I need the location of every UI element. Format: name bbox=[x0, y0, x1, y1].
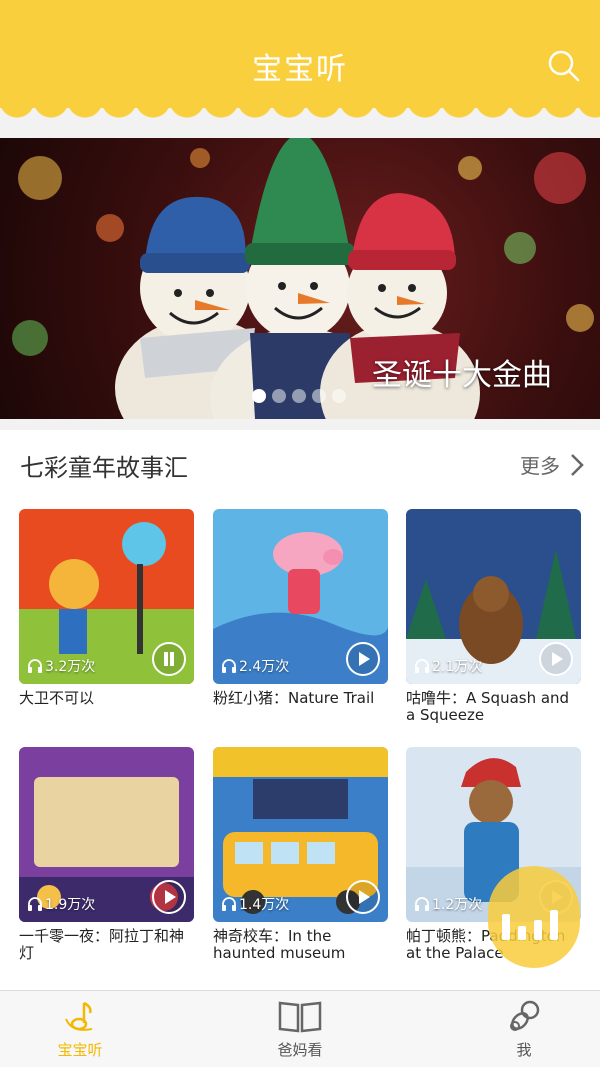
headphones-icon bbox=[415, 659, 429, 673]
story-cover: 1.4万次 bbox=[213, 747, 388, 922]
carousel-dot[interactable] bbox=[252, 389, 266, 403]
tab-label: 我 bbox=[516, 1041, 532, 1059]
headphones-icon bbox=[28, 897, 42, 911]
play-count-value: 2.1万次 bbox=[432, 659, 483, 675]
play-count-value: 1.2万次 bbox=[432, 897, 483, 913]
more-label: 更多 bbox=[520, 454, 560, 478]
story-title: 神奇校车：In the haunted museum bbox=[213, 927, 346, 962]
play-count: 1.9万次 bbox=[27, 894, 95, 914]
play-count: 3.2万次 bbox=[27, 656, 95, 676]
play-icon bbox=[165, 890, 176, 904]
story-title: 咕噜牛：A Squash and a Squeeze bbox=[406, 689, 570, 724]
play-count-value: 3.2万次 bbox=[45, 659, 96, 675]
story-card[interactable]: 3.2万次 大卫不可以 bbox=[19, 509, 194, 707]
tab-me[interactable]: 我 bbox=[464, 999, 584, 1060]
pause-icon bbox=[164, 652, 174, 666]
play-icon bbox=[359, 890, 370, 904]
play-button[interactable] bbox=[152, 880, 186, 914]
play-count: 2.4万次 bbox=[221, 656, 289, 676]
pacifier-icon bbox=[510, 1000, 540, 1031]
play-count-value: 1.4万次 bbox=[239, 897, 290, 913]
tab-baobao-listen[interactable]: 宝宝听 bbox=[20, 999, 140, 1060]
equalizer-bar bbox=[534, 920, 542, 940]
play-count: 1.4万次 bbox=[221, 894, 289, 914]
floating-player-button[interactable] bbox=[488, 866, 580, 968]
headphones-icon bbox=[415, 897, 429, 911]
story-cover: 2.4万次 bbox=[213, 509, 388, 684]
chevron-right-icon bbox=[571, 453, 584, 476]
search-icon bbox=[548, 50, 580, 82]
carousel-dot[interactable] bbox=[332, 389, 346, 403]
story-card[interactable]: 1.4万次 神奇校车：In the haunted museum bbox=[213, 747, 388, 962]
carousel-dot[interactable] bbox=[292, 389, 306, 403]
search-button[interactable] bbox=[546, 48, 582, 84]
pause-button[interactable] bbox=[152, 642, 186, 676]
banner-carousel[interactable]: 圣诞十大金曲 bbox=[0, 138, 600, 419]
equalizer-bar bbox=[518, 926, 526, 940]
play-icon bbox=[359, 652, 370, 666]
book-icon bbox=[278, 1001, 322, 1033]
story-cover: 3.2万次 bbox=[19, 509, 194, 684]
equalizer-bar bbox=[550, 910, 558, 940]
play-count: 1.2万次 bbox=[414, 894, 482, 914]
play-icon bbox=[552, 652, 563, 666]
story-title: 粉红小猪：Nature Trail bbox=[213, 689, 375, 707]
headphones-icon bbox=[222, 897, 236, 911]
story-cover: 2.1万次 bbox=[406, 509, 581, 684]
play-button[interactable] bbox=[539, 642, 573, 676]
story-card[interactable]: 2.1万次 咕噜牛：A Squash and a Squeeze bbox=[406, 509, 581, 724]
tab-label: 爸妈看 bbox=[277, 1041, 323, 1059]
story-card[interactable]: 2.4万次 粉红小猪：Nature Trail bbox=[213, 509, 388, 707]
tab-parents-read[interactable]: 爸妈看 bbox=[240, 999, 360, 1060]
play-button[interactable] bbox=[346, 880, 380, 914]
page-title: 宝宝听 bbox=[252, 52, 348, 87]
section-title: 七彩童年故事汇 bbox=[20, 454, 188, 482]
header-scallop-edge bbox=[0, 100, 600, 126]
carousel-dot[interactable] bbox=[312, 389, 326, 403]
tab-label: 宝宝听 bbox=[57, 1041, 103, 1059]
story-title: 一千零一夜：阿拉丁和神灯 bbox=[19, 927, 185, 962]
equalizer-bar bbox=[502, 914, 510, 940]
banner-caption: 圣诞十大金曲 bbox=[372, 358, 552, 393]
bottom-tab-bar: 宝宝听 爸妈看 我 bbox=[0, 990, 600, 1067]
play-button[interactable] bbox=[346, 642, 380, 676]
play-count-value: 1.9万次 bbox=[45, 897, 96, 913]
play-count: 2.1万次 bbox=[414, 656, 482, 676]
story-card[interactable]: 1.9万次 一千零一夜：阿拉丁和神灯 bbox=[19, 747, 194, 962]
story-title: 大卫不可以 bbox=[19, 689, 95, 707]
headphones-icon bbox=[222, 659, 236, 673]
carousel-indicator bbox=[252, 389, 346, 403]
play-count-value: 2.4万次 bbox=[239, 659, 290, 675]
story-cover: 1.9万次 bbox=[19, 747, 194, 922]
headphones-icon bbox=[28, 659, 42, 673]
more-button[interactable]: 更多 bbox=[520, 450, 584, 479]
music-note-icon bbox=[65, 1001, 93, 1031]
carousel-dot[interactable] bbox=[272, 389, 286, 403]
